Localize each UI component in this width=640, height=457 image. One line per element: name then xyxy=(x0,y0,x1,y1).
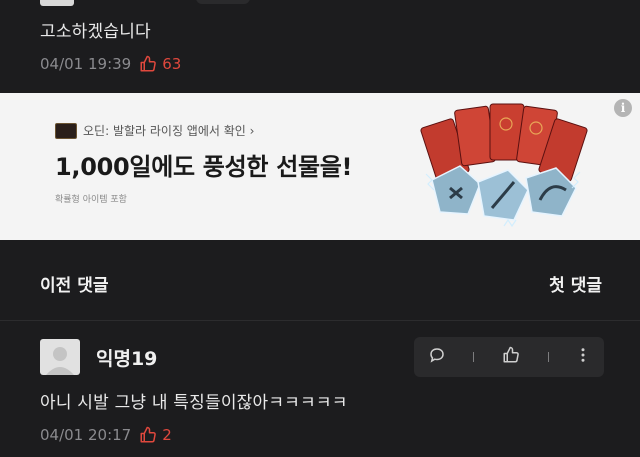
comment-date: 04/01 19:39 xyxy=(40,55,132,73)
divider xyxy=(0,320,640,321)
ad-source-link[interactable]: 오딘: 발할라 라이징 앱에서 확인 › xyxy=(83,122,254,139)
comment-date: 04/01 20:17 xyxy=(40,426,132,444)
info-icon[interactable]: i xyxy=(614,99,632,117)
avatar[interactable] xyxy=(40,339,80,375)
card-fan xyxy=(420,103,588,182)
comment-meta: 04/01 20:17 2 xyxy=(40,426,172,444)
comment-actions[interactable] xyxy=(196,0,250,4)
like-count: 2 xyxy=(162,426,172,444)
like-count: 63 xyxy=(162,55,182,73)
thumb-up-icon[interactable] xyxy=(502,346,520,368)
comment-author[interactable]: 익명19 xyxy=(96,344,157,371)
more-vertical-icon[interactable] xyxy=(576,346,590,368)
default-avatar-icon xyxy=(46,347,74,375)
thumb-up-icon xyxy=(139,426,157,444)
avatar[interactable] xyxy=(40,0,74,6)
first-comment-button[interactable]: 첫 댓글 xyxy=(549,271,602,296)
ad-headline[interactable]: 1,000일에도 풍성한 선물을! xyxy=(55,147,353,182)
comment-text: 고소하겠습니다 xyxy=(40,22,151,42)
rune-stones xyxy=(431,165,577,221)
thumb-up-icon xyxy=(139,55,157,73)
separator xyxy=(473,352,475,362)
prev-comments-button[interactable]: 이전 댓글 xyxy=(40,271,108,296)
ad-app-logo xyxy=(55,123,77,139)
comment-bubble-icon[interactable] xyxy=(428,346,446,368)
ad-disclaimer: 확률형 아이템 포함 xyxy=(55,195,127,205)
like-count-group: 2 xyxy=(139,426,172,444)
comment-text: 아니 시발 그냥 내 특징들이잖아ㅋㅋㅋㅋㅋ xyxy=(40,393,348,413)
comment-action-bar xyxy=(414,337,604,377)
like-count-group: 63 xyxy=(139,55,181,73)
separator xyxy=(547,352,549,362)
comment-meta: 04/01 19:39 63 xyxy=(40,55,181,73)
ad-artwork xyxy=(420,103,588,228)
